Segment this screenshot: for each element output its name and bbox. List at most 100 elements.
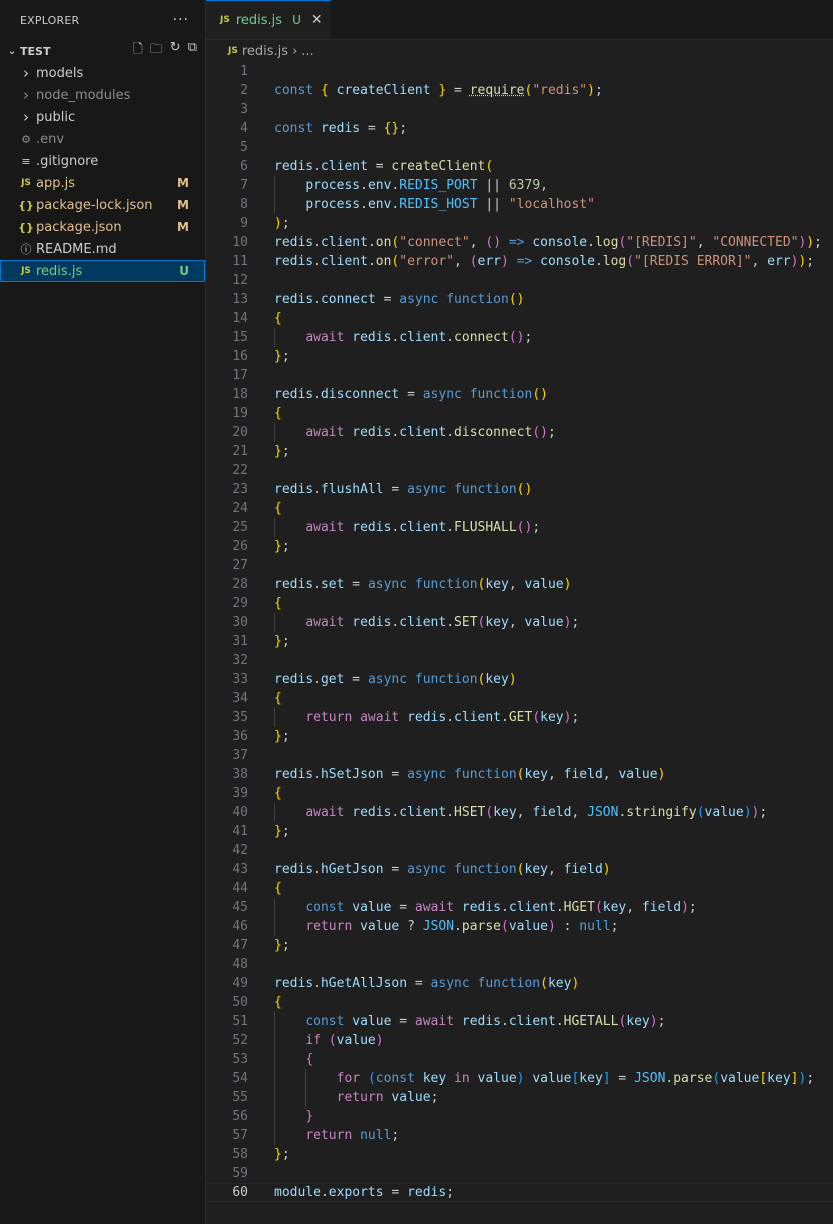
untracked-badge: U [292,13,301,27]
code-line[interactable]: 52 if (value) [206,1031,833,1050]
code-line[interactable]: 29 { [206,594,833,613]
code-line[interactable]: 22 [206,461,833,480]
code-line[interactable]: 20 await redis.client.disconnect(); [206,423,833,442]
code-line[interactable]: 4 const redis = {}; [206,119,833,138]
code-line[interactable]: 2 const { createClient } = require("redis… [206,81,833,100]
code-line[interactable]: 44 { [206,879,833,898]
code-line[interactable]: 56 } [206,1107,833,1126]
code-line[interactable]: 12 [206,271,833,290]
editor-area: JS redis.js U ✕ JS redis.js › ... 1 2 cons… [206,0,833,1224]
line-number: 27 [232,558,248,573]
code-line[interactable]: 7 process.env.REDIS_PORT || 6379, [206,176,833,195]
code-editor[interactable]: 1 2 const { createClient } = require("redi… [206,62,833,1202]
code-line[interactable]: 15 await redis.client.connect(); [206,328,833,347]
close-icon[interactable]: ✕ [311,12,323,28]
code-line[interactable]: 51 const value = await redis.client.HGET… [206,1012,833,1031]
code-line[interactable]: 3 [206,100,833,119]
code-line[interactable]: 5 [206,138,833,157]
code-line[interactable]: 28 redis.set = async function(key, value) [206,575,833,594]
line-code: await redis.client.FLUSHALL(); [305,520,541,535]
chevron-right-icon: › [23,108,29,126]
code-line[interactable]: 49 redis.hGetAllJson = async function(key… [206,974,833,993]
tree-item-label: public [36,109,76,125]
code-line[interactable]: 8 process.env.REDIS_HOST || "localhost" [206,195,833,214]
more-actions-icon[interactable]: ··· [173,12,189,28]
line-number: 44 [232,881,248,896]
code-line[interactable]: 40 await redis.client.HSET(key, field, J… [206,803,833,822]
chevron-down-icon[interactable]: ⌄ [4,46,20,57]
code-line[interactable]: 21}; [206,442,833,461]
code-line[interactable]: 10 redis.client.on("connect", () => conso… [206,233,833,252]
code-line[interactable]: 26}; [206,537,833,556]
code-line[interactable]: 11 redis.client.on("error", (err) => cons… [206,252,833,271]
code-line[interactable]: 57 return null; [206,1126,833,1145]
code-line[interactable]: 35 return await redis.client.GET(key); [206,708,833,727]
code-line[interactable]: 16}; [206,347,833,366]
git-status-badge: U [179,264,189,278]
collapse-all-icon[interactable]: ⧉ [188,40,197,62]
tree-item-label: models [36,65,84,81]
code-line[interactable]: 17 [206,366,833,385]
line-code: return null; [305,1128,400,1143]
line-number: 36 [232,729,248,744]
code-line[interactable]: 41}; [206,822,833,841]
code-line[interactable]: 23 redis.flushAll = async function() [206,480,833,499]
code-line[interactable]: 14 { [206,309,833,328]
line-number: 37 [232,748,248,763]
breadcrumb-symbols[interactable]: ... [301,44,313,59]
breadcrumb-file[interactable]: redis.js [242,44,288,59]
tree-item-public[interactable]: › public [0,106,205,128]
code-line[interactable]: 30 await redis.client.SET(key, value); [206,613,833,632]
tree-item-app-js[interactable]: JS app.js M [0,172,205,194]
code-line[interactable]: 47}; [206,936,833,955]
tree-item-node-modules[interactable]: › node_modules [0,84,205,106]
code-line[interactable]: 36}; [206,727,833,746]
code-line[interactable]: 55 return value; [206,1088,833,1107]
tree-item-gitignore[interactable]: ≡ .gitignore [0,150,205,172]
indent-guide [274,803,275,822]
code-line[interactable]: 31}; [206,632,833,651]
code-line[interactable]: 13 redis.connect = async function() [206,290,833,309]
code-line[interactable]: 37 [206,746,833,765]
code-line[interactable]: 59 [206,1164,833,1183]
line-number: 24 [232,501,248,516]
tab-redis-js[interactable]: JS redis.js U ✕ [206,0,331,39]
code-line[interactable]: 38 redis.hSetJson = async function(key, f… [206,765,833,784]
line-number: 17 [232,368,248,383]
code-line[interactable]: 18 redis.disconnect = async function() [206,385,833,404]
code-line[interactable]: 1 [206,62,833,81]
code-line[interactable]: 58}; [206,1145,833,1164]
tree-item-readme-md[interactable]: ⓘ README.md [0,238,205,260]
tree-item-models[interactable]: › models [0,62,205,84]
code-line[interactable]: 24 { [206,499,833,518]
code-line[interactable]: 43 redis.hGetJson = async function(key, f… [206,860,833,879]
code-line[interactable]: 42 [206,841,833,860]
refresh-icon[interactable]: ↻ [170,40,181,62]
code-line[interactable]: 33 redis.get = async function(key) [206,670,833,689]
code-line[interactable]: 60 module.exports = redis; [206,1183,833,1202]
code-line[interactable]: 19 { [206,404,833,423]
code-line[interactable]: 25 await redis.client.FLUSHALL(); [206,518,833,537]
code-line[interactable]: 39 { [206,784,833,803]
new-file-icon[interactable]: 🗋 [132,40,142,62]
code-line[interactable]: 45 const value = await redis.client.HGET… [206,898,833,917]
new-folder-icon[interactable]: 🗀 [150,40,163,62]
line-number: 43 [232,862,248,877]
code-line[interactable]: 9); [206,214,833,233]
code-line[interactable]: 27 [206,556,833,575]
tree-item-package-json[interactable]: {} package.json M [0,216,205,238]
code-line[interactable]: 6 redis.client = createClient( [206,157,833,176]
indent-guide [274,708,275,727]
code-line[interactable]: 34 { [206,689,833,708]
tree-item-label: .env [36,131,65,147]
code-line[interactable]: 46 return value ? JSON.parse(value) : nu… [206,917,833,936]
code-line[interactable]: 50 { [206,993,833,1012]
tree-item-package-lock-json[interactable]: {} package-lock.json M [0,194,205,216]
code-line[interactable]: 32 [206,651,833,670]
tree-item-redis-js[interactable]: JS redis.js U [0,260,205,282]
folder-section-test[interactable]: ⌄ TEST 🗋 🗀 ↻ ⧉ [0,40,205,62]
tree-item-env[interactable]: ⚙ .env [0,128,205,150]
code-line[interactable]: 54 for (const key in value) value[key] =… [206,1069,833,1088]
code-line[interactable]: 53 { [206,1050,833,1069]
code-line[interactable]: 48 [206,955,833,974]
